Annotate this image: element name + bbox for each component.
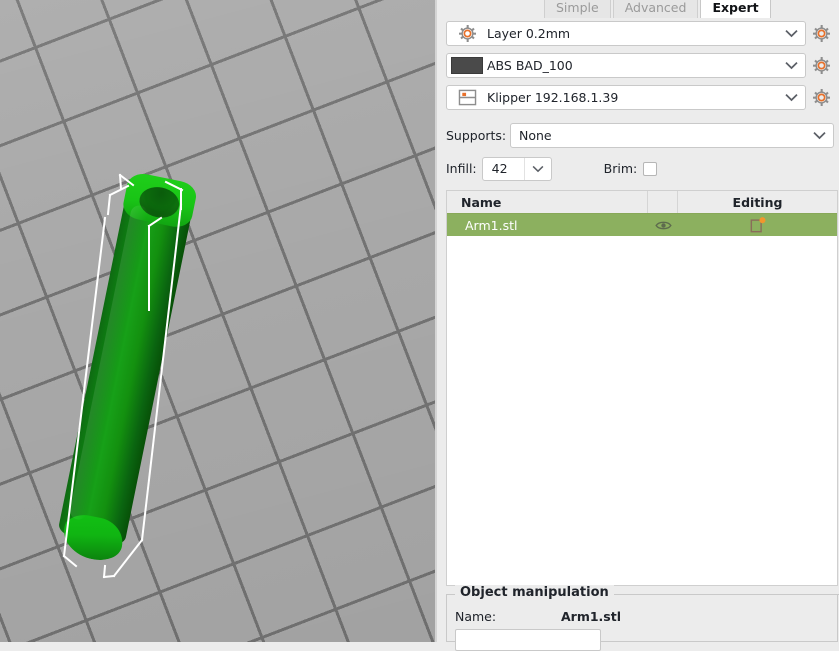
print-preset-combo[interactable]: Layer 0.2mm bbox=[446, 21, 806, 46]
filament-settings-gear-icon[interactable] bbox=[808, 53, 834, 78]
supports-row: Supports: None bbox=[446, 122, 834, 148]
printer-preset-row: Klipper 192.168.1.39 bbox=[446, 84, 834, 111]
filament-swatch-icon bbox=[447, 54, 487, 77]
print-settings-gear-icon[interactable] bbox=[808, 21, 834, 46]
chevron-down-icon[interactable] bbox=[777, 29, 805, 38]
print-preset-label: Layer 0.2mm bbox=[487, 26, 777, 41]
viewport-edge bbox=[435, 0, 437, 642]
object-manipulation-title: Object manipulation bbox=[455, 585, 614, 600]
tab-simple-label: Simple bbox=[556, 0, 599, 15]
object-name-label: Name: bbox=[455, 609, 561, 624]
supports-combo[interactable]: None bbox=[510, 123, 834, 148]
object-name-input[interactable] bbox=[455, 629, 601, 651]
slicer-window: Simple Advanced Expert bbox=[0, 0, 839, 642]
3d-viewport[interactable] bbox=[0, 0, 437, 642]
supports-label: Supports: bbox=[446, 128, 510, 143]
chevron-down-icon[interactable] bbox=[805, 131, 833, 140]
printer-preset-combo[interactable]: Klipper 192.168.1.39 bbox=[446, 85, 806, 110]
column-header-name[interactable]: Name bbox=[447, 191, 648, 213]
printer-icon bbox=[447, 86, 487, 109]
object-list[interactable]: Name Editing Arm1.stl bbox=[446, 190, 838, 586]
object-list-header: Name Editing bbox=[447, 191, 837, 214]
chevron-down-icon[interactable] bbox=[524, 158, 551, 180]
tab-advanced-label: Advanced bbox=[625, 0, 687, 15]
filament-preset-row: ABS BAD_100 bbox=[446, 52, 834, 79]
edit-page-icon[interactable] bbox=[678, 217, 837, 233]
filament-preset-combo[interactable]: ABS BAD_100 bbox=[446, 53, 806, 78]
print-preset-row: Layer 0.2mm bbox=[446, 20, 834, 47]
infill-row: Infill: 42 Brim: bbox=[446, 156, 834, 181]
eye-icon[interactable] bbox=[648, 220, 678, 231]
object-manipulation-panel: Object manipulation Name: Arm1.stl bbox=[446, 594, 838, 642]
supports-value: None bbox=[519, 128, 805, 143]
tab-advanced[interactable]: Advanced bbox=[613, 0, 699, 18]
infill-label: Infill: bbox=[446, 161, 477, 176]
tab-simple[interactable]: Simple bbox=[544, 0, 611, 18]
right-sidebar: Simple Advanced Expert bbox=[441, 0, 839, 642]
model-container bbox=[0, 0, 437, 642]
cog-icon bbox=[447, 22, 487, 45]
infill-combo[interactable]: 42 bbox=[482, 157, 552, 181]
infill-value: 42 bbox=[483, 161, 524, 176]
column-header-visibility[interactable] bbox=[648, 191, 678, 213]
column-header-editing[interactable]: Editing bbox=[678, 191, 837, 213]
object-name-cell: Arm1.stl bbox=[447, 218, 648, 233]
chevron-down-icon[interactable] bbox=[777, 93, 805, 102]
brim-label: Brim: bbox=[604, 161, 638, 176]
printer-preset-label: Klipper 192.168.1.39 bbox=[487, 90, 777, 105]
mode-tabs: Simple Advanced Expert bbox=[544, 0, 773, 18]
object-name-value: Arm1.stl bbox=[561, 609, 621, 624]
printer-settings-gear-icon[interactable] bbox=[808, 85, 834, 110]
tab-expert-label: Expert bbox=[712, 0, 758, 15]
chevron-down-icon[interactable] bbox=[777, 61, 805, 70]
brim-checkbox[interactable] bbox=[643, 162, 657, 176]
table-row[interactable]: Arm1.stl bbox=[447, 214, 837, 236]
object-name-row: Name: Arm1.stl bbox=[455, 609, 839, 624]
tab-expert[interactable]: Expert bbox=[700, 0, 770, 18]
model-arm1[interactable] bbox=[55, 173, 197, 559]
filament-preset-label: ABS BAD_100 bbox=[487, 58, 777, 73]
